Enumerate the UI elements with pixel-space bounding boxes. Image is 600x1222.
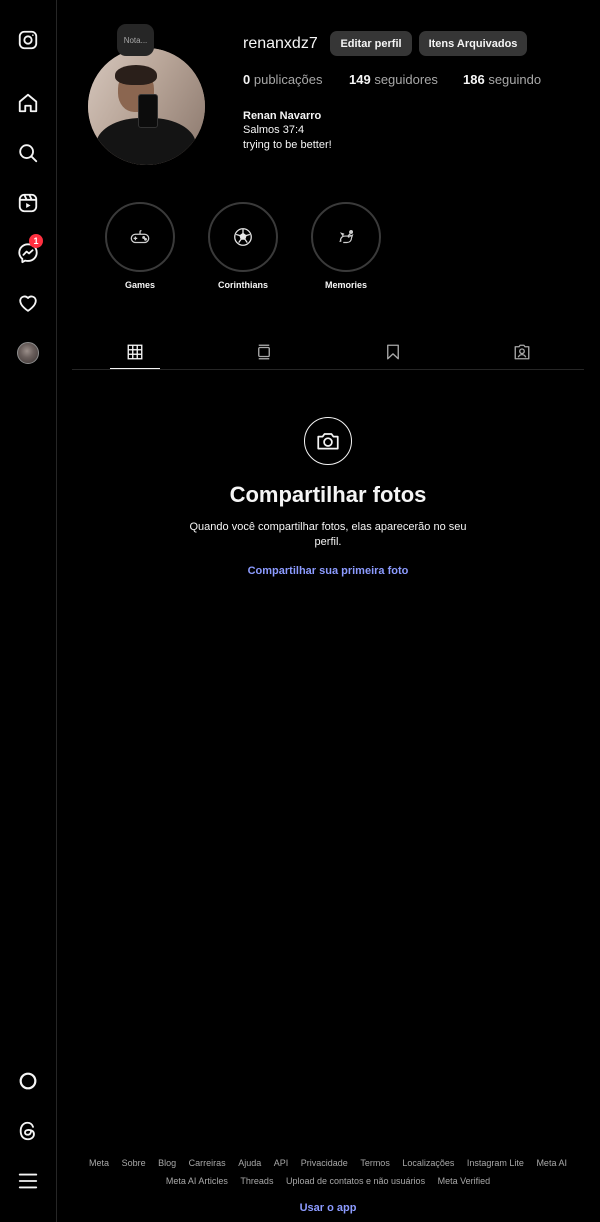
footer-link-locations[interactable]: Localizações [402, 1158, 454, 1168]
highlight-games[interactable]: Games [105, 202, 175, 290]
followers-count: 149 [349, 72, 371, 87]
menu-icon[interactable] [16, 1169, 40, 1193]
highlight-ring [105, 202, 175, 272]
tagged-icon [514, 344, 530, 360]
following-count: 186 [463, 72, 485, 87]
dragon-icon [339, 229, 354, 244]
posts-stat: 0 publicações [243, 72, 323, 87]
highlight-ring [208, 202, 278, 272]
footer-link-meta-ai-articles[interactable]: Meta AI Articles [166, 1176, 228, 1186]
photo-phone [138, 94, 158, 128]
use-app-link[interactable]: Usar o app [72, 1202, 584, 1214]
notification-badge: 1 [29, 234, 43, 248]
highlight-ring [311, 202, 381, 272]
tab-reels[interactable] [239, 340, 289, 370]
home-icon[interactable] [16, 91, 40, 115]
search-icon[interactable] [16, 141, 40, 165]
footer-link-about[interactable]: Sobre [122, 1158, 146, 1168]
highlight-memories[interactable]: Memories [311, 202, 381, 290]
share-first-photo-link[interactable]: Compartilhar sua primeira foto [72, 565, 584, 577]
footer-link-meta-verified[interactable]: Meta Verified [438, 1176, 491, 1186]
tab-tagged[interactable] [497, 340, 547, 370]
bookmark-icon [387, 344, 399, 360]
highlight-label: Memories [324, 280, 368, 290]
footer-links-row2: Meta AI Articles Threads Upload de conta… [72, 1176, 584, 1186]
camera-icon [317, 433, 339, 450]
empty-state-title: Compartilhar fotos [229, 482, 427, 507]
note-bubble[interactable]: Nota... [117, 24, 154, 56]
followers-label: seguidores [374, 72, 438, 87]
footer-link-careers[interactable]: Carreiras [189, 1158, 226, 1168]
tabs-divider [72, 369, 584, 370]
footer-link-instagram-lite[interactable]: Instagram Lite [467, 1158, 524, 1168]
followers-stat[interactable]: 149 seguidores [349, 72, 438, 87]
gamepad-icon [130, 229, 150, 244]
soccer-ball-icon [234, 228, 252, 246]
reels-icon[interactable] [16, 191, 40, 215]
meta-circle-icon[interactable] [16, 1069, 40, 1093]
bio-line: trying to be better! [243, 139, 332, 151]
threads-icon[interactable] [16, 1119, 40, 1143]
footer-link-privacy[interactable]: Privacidade [301, 1158, 348, 1168]
footer-link-api[interactable]: API [274, 1158, 289, 1168]
bio-line: Salmos 37:4 [243, 124, 305, 136]
posts-label: publicações [253, 72, 323, 87]
empty-state-description: Quando você compartilhar fotos, elas apa… [189, 521, 467, 548]
footer-link-blog[interactable]: Blog [158, 1158, 176, 1168]
following-stat[interactable]: 186 seguindo [463, 72, 541, 87]
reels-tab-icon [258, 344, 270, 360]
heart-icon[interactable] [16, 291, 40, 315]
avatar-thumbnail [17, 342, 39, 364]
sidebar: 1 [0, 0, 57, 1222]
footer-link-contact-upload[interactable]: Upload de contatos e não usuários [286, 1176, 425, 1186]
profile-avatar[interactable] [16, 341, 40, 365]
highlight-label: Corinthians [217, 280, 268, 290]
grid-icon [127, 344, 143, 360]
highlight-label: Games [124, 280, 156, 290]
profile-picture[interactable] [88, 48, 205, 165]
camera-icon-circle [304, 417, 352, 465]
footer-link-threads[interactable]: Threads [240, 1176, 273, 1186]
following-label: seguindo [488, 72, 542, 87]
footer-link-help[interactable]: Ajuda [238, 1158, 261, 1168]
highlight-corinthians[interactable]: Corinthians [208, 202, 278, 290]
footer-link-meta[interactable]: Meta [89, 1158, 109, 1168]
posts-count: 0 [243, 72, 251, 87]
photo-person-hair [115, 65, 157, 85]
tab-saved[interactable] [368, 340, 418, 370]
username: renanxdz7 [243, 35, 318, 52]
messenger-icon[interactable]: 1 [16, 234, 43, 265]
edit-profile-button[interactable]: Editar perfil [330, 31, 412, 56]
tab-posts[interactable] [110, 340, 160, 370]
footer-link-terms[interactable]: Termos [360, 1158, 390, 1168]
archived-items-button[interactable]: Itens Arquivados [419, 31, 527, 56]
instagram-icon[interactable] [16, 28, 40, 52]
footer-link-meta-ai[interactable]: Meta AI [536, 1158, 567, 1168]
footer-links-row1: Meta Sobre Blog Carreiras Ajuda API Priv… [72, 1158, 584, 1168]
full-name: Renan Navarro [243, 110, 322, 122]
